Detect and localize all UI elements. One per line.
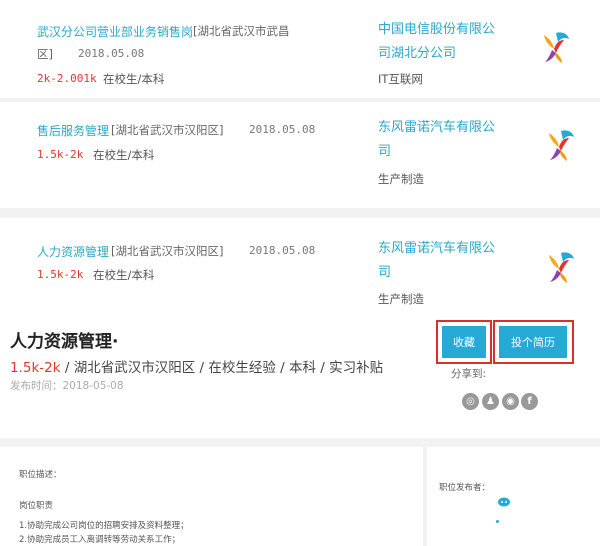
job-card[interactable]: 售后服务管理 [湖北省武汉市汉阳区] 2018.05.08 1.5k-2k 在校… xyxy=(0,102,600,208)
job-location: [湖北省武汉市汉阳区] xyxy=(111,123,224,137)
job-salary: 1.5k-2k xyxy=(37,268,84,281)
job-card[interactable]: 人力资源管理 [湖北省武汉市汉阳区] 2018.05.08 1.5k-2k 在校… xyxy=(0,218,600,312)
company-industry: 生产制造 xyxy=(378,292,424,306)
job-location-cont: 区] xyxy=(37,47,53,61)
company-industry: IT互联网 xyxy=(378,72,423,86)
job-card[interactable]: 武汉分公司营业部业务销售岗 [湖北省武汉市武昌 区] 2018.05.08 2k… xyxy=(0,0,600,98)
job-detail-header: 人力资源管理· 1.5k-2k / 湖北省武汉市汉阳区 / 在校生经验 / 本科… xyxy=(0,312,600,438)
qq-share-icon[interactable]: ♟ xyxy=(482,393,499,410)
job-location: [湖北省武汉市汉阳区] xyxy=(111,244,224,258)
apply-resume-button[interactable]: 投个简历 xyxy=(499,326,567,358)
company-logo-bird-icon xyxy=(544,32,569,63)
job-title-link[interactable]: 武汉分公司营业部业务销售岗 xyxy=(37,23,193,40)
job-date: 2018.05.08 xyxy=(249,244,316,257)
company-industry: 生产制造 xyxy=(378,172,424,186)
detail-publish-date: 发布时间：2018-05-08 xyxy=(10,380,124,392)
job-description-panel: 职位描述： 岗位职责 1.协助完成公司岗位的招聘安排及资料整理； 2.协助完成员… xyxy=(0,447,423,546)
company-logo-bird-icon xyxy=(549,252,574,283)
company-name-link[interactable]: 东风雷诺汽车有限公 司 xyxy=(378,237,518,285)
company-logo-bird-icon xyxy=(549,130,574,161)
share-label: 分享到: xyxy=(451,368,487,380)
publisher-avatar-dot xyxy=(496,520,499,523)
job-salary: 2k-2.001k xyxy=(37,72,97,85)
detail-salary: 1.5k-2k xyxy=(10,360,61,376)
weibo-share-icon[interactable]: ◉ xyxy=(502,393,519,410)
detail-info-text: / 湖北省武汉市汉阳区 / 在校生经验 / 本科 / 实习补贴 xyxy=(60,360,384,376)
job-publisher-panel: 职位发布者： xyxy=(427,447,600,546)
description-item: 2.协助完成员工入离调转等劳动关系工作； xyxy=(19,535,181,545)
company-name-link[interactable]: 东风雷诺汽车有限公 司 xyxy=(378,116,518,164)
job-requirements: 在校生/本科 xyxy=(103,72,165,86)
chat-icon[interactable] xyxy=(497,497,511,509)
detail-job-title: 人力资源管理· xyxy=(10,332,119,352)
company-name-link[interactable]: 中国电信股份有限公 司湖北分公司 xyxy=(378,18,518,66)
detail-job-info: 1.5k-2k / 湖北省武汉市汉阳区 / 在校生经验 / 本科 / 实习补贴 xyxy=(10,356,383,376)
job-title-link[interactable]: 人力资源管理 xyxy=(37,243,109,260)
job-date: 2018.05.08 xyxy=(249,123,316,136)
job-location: [湖北省武汉市武昌 xyxy=(193,24,290,38)
wechat-share-icon[interactable]: ◎ xyxy=(462,393,479,410)
job-title-link[interactable]: 售后服务管理 xyxy=(37,122,109,139)
job-salary: 1.5k-2k xyxy=(37,148,84,161)
description-subheading: 岗位职责 xyxy=(19,501,54,511)
description-heading: 职位描述： xyxy=(19,470,62,480)
favorite-button[interactable]: 收藏 xyxy=(442,326,486,358)
description-item: 1.协助完成公司岗位的招聘安排及资料整理； xyxy=(19,521,189,531)
publisher-heading: 职位发布者： xyxy=(439,483,491,493)
job-requirements: 在校生/本科 xyxy=(93,148,155,162)
facebook-share-icon[interactable]: f xyxy=(521,393,538,410)
job-date: 2018.05.08 xyxy=(78,47,145,60)
job-requirements: 在校生/本科 xyxy=(93,268,155,282)
